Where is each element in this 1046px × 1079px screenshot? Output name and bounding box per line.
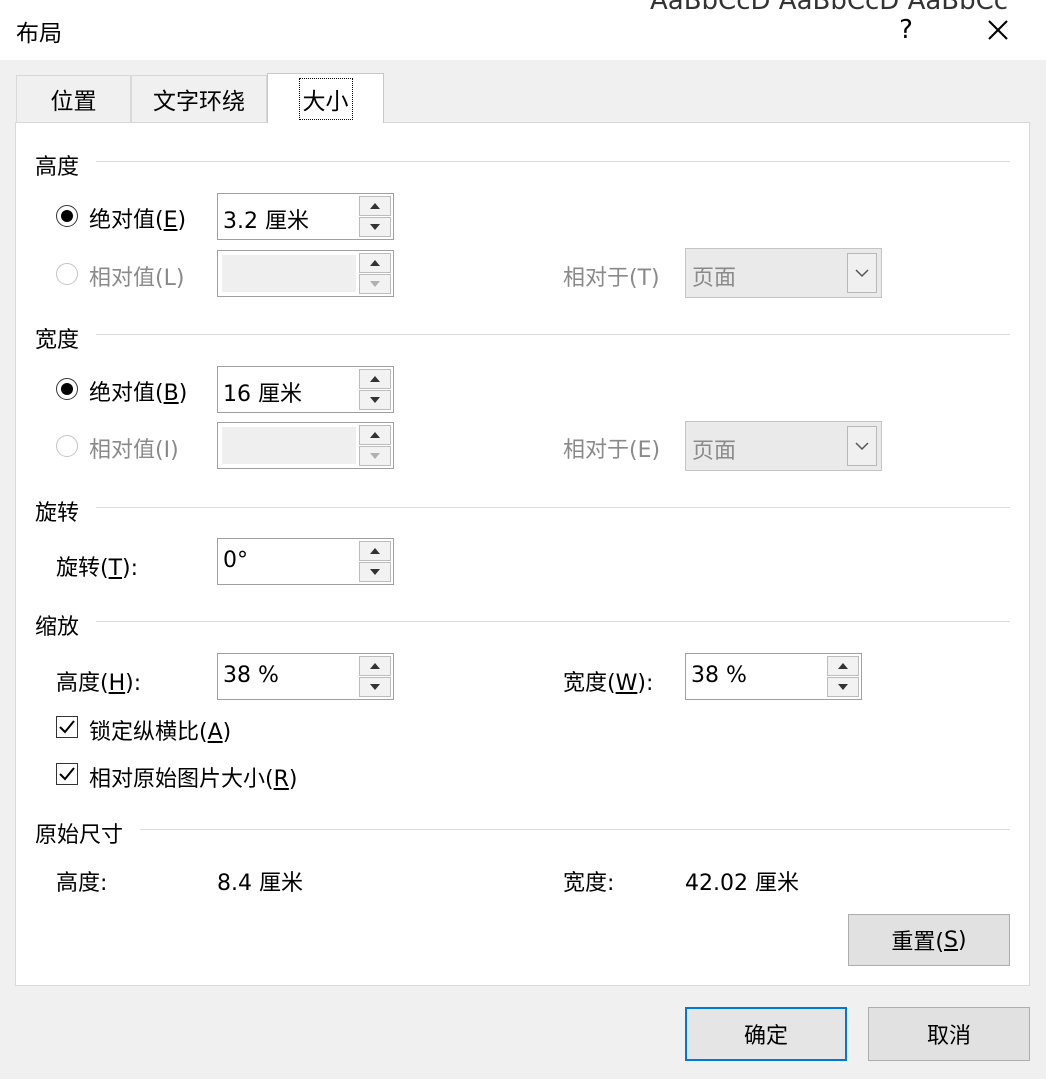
spin-up-icon bbox=[370, 203, 380, 209]
relative-original-label: 相对原始图片大小(R) bbox=[89, 767, 298, 792]
scale-section-title: 缩放 bbox=[35, 615, 80, 640]
chevron-down-icon bbox=[855, 441, 869, 450]
spin-up-button[interactable] bbox=[359, 369, 391, 389]
scale-width-value: 38 % bbox=[691, 663, 747, 688]
scale-height-label: 高度(H): bbox=[56, 671, 142, 696]
checkmark-icon bbox=[59, 720, 75, 734]
dropdown-button[interactable] bbox=[847, 253, 877, 293]
disabled-field bbox=[222, 255, 356, 292]
spin-up-icon bbox=[370, 376, 380, 382]
tab-position[interactable]: 位置 bbox=[16, 75, 131, 122]
height-relative-radio[interactable] bbox=[56, 263, 78, 285]
rotation-value: 0° bbox=[223, 548, 248, 573]
divider bbox=[96, 621, 1010, 622]
divider bbox=[96, 334, 1010, 335]
height-absolute-value: 3.2 厘米 bbox=[223, 209, 309, 234]
height-relative-to-value: 页面 bbox=[692, 266, 737, 291]
spin-down-icon bbox=[370, 453, 380, 459]
divider bbox=[96, 507, 1010, 508]
spin-up-button[interactable] bbox=[827, 656, 859, 676]
spin-down-button[interactable] bbox=[359, 446, 391, 466]
original-width-label: 宽度: bbox=[563, 871, 615, 896]
tab-label: 大小 bbox=[298, 77, 353, 120]
spin-down-icon bbox=[370, 224, 380, 230]
spin-down-button[interactable] bbox=[827, 677, 859, 697]
tab-label: 文字环绕 bbox=[153, 89, 245, 115]
height-absolute-label: 绝对值(E) bbox=[89, 208, 187, 233]
width-absolute-radio[interactable] bbox=[56, 378, 78, 400]
spin-up-button[interactable] bbox=[359, 253, 391, 273]
rotation-label: 旋转(T): bbox=[56, 556, 139, 581]
scale-width-input[interactable]: 38 % bbox=[685, 653, 862, 700]
spin-up-icon bbox=[370, 663, 380, 669]
original-width-value: 42.02 厘米 bbox=[685, 871, 799, 896]
spin-down-icon bbox=[370, 397, 380, 403]
height-relative-to-label: 相对于(T) bbox=[563, 266, 660, 291]
spin-up-button[interactable] bbox=[359, 541, 391, 561]
help-button[interactable]: ? bbox=[880, 8, 932, 52]
reset-button[interactable]: 重置(S) bbox=[848, 914, 1010, 966]
height-absolute-input[interactable]: 3.2 厘米 bbox=[217, 193, 394, 240]
tab-label: 位置 bbox=[50, 89, 97, 115]
spin-up-icon bbox=[370, 260, 380, 266]
ok-button[interactable]: 确定 bbox=[685, 1007, 847, 1061]
spin-down-button[interactable] bbox=[359, 677, 391, 697]
divider bbox=[140, 829, 1010, 830]
rotation-input[interactable]: 0° bbox=[217, 538, 394, 585]
tab-panel-size: 高度 绝对值(E) 3.2 厘米 相对值(L) 相对于(T) 页面 宽度 绝对值… bbox=[15, 122, 1030, 986]
close-button[interactable] bbox=[970, 8, 1026, 52]
width-absolute-value: 16 厘米 bbox=[223, 382, 302, 407]
width-relative-label: 相对值(I) bbox=[89, 438, 179, 463]
spin-down-icon bbox=[838, 684, 848, 690]
spin-down-button[interactable] bbox=[359, 562, 391, 582]
lock-aspect-label: 锁定纵横比(A) bbox=[89, 720, 232, 745]
background-style-preview: AaBbCcD AaBbCcD AaBbCc bbox=[650, 0, 1009, 16]
spin-up-button[interactable] bbox=[359, 196, 391, 216]
width-absolute-input[interactable]: 16 厘米 bbox=[217, 366, 394, 413]
spin-up-icon bbox=[370, 432, 380, 438]
height-relative-label: 相对值(L) bbox=[89, 266, 185, 291]
width-relative-to-value: 页面 bbox=[692, 439, 737, 464]
tab-size[interactable]: 大小 bbox=[267, 73, 384, 123]
width-section-title: 宽度 bbox=[35, 328, 80, 353]
spin-down-icon bbox=[370, 684, 380, 690]
spin-up-icon bbox=[370, 548, 380, 554]
scale-width-label: 宽度(W): bbox=[563, 671, 654, 696]
width-relative-input[interactable] bbox=[217, 422, 394, 469]
spin-down-button[interactable] bbox=[359, 274, 391, 294]
cancel-button[interactable]: 取消 bbox=[868, 1007, 1030, 1061]
width-absolute-label: 绝对值(B) bbox=[89, 381, 188, 406]
disabled-field bbox=[222, 427, 356, 464]
rotation-section-title: 旋转 bbox=[35, 501, 80, 526]
relative-original-checkbox[interactable] bbox=[56, 763, 78, 785]
original-size-section-title: 原始尺寸 bbox=[35, 823, 124, 848]
spin-down-button[interactable] bbox=[359, 217, 391, 237]
dropdown-button[interactable] bbox=[847, 426, 877, 466]
checkmark-icon bbox=[59, 767, 75, 781]
divider bbox=[96, 161, 1010, 162]
close-icon bbox=[988, 20, 1008, 40]
width-relative-to-label: 相对于(E) bbox=[563, 438, 661, 463]
width-relative-radio[interactable] bbox=[56, 435, 78, 457]
original-height-label: 高度: bbox=[56, 871, 108, 896]
height-absolute-radio[interactable] bbox=[56, 205, 78, 227]
tab-text-wrapping[interactable]: 文字环绕 bbox=[131, 75, 267, 122]
original-height-value: 8.4 厘米 bbox=[217, 871, 303, 896]
scale-height-input[interactable]: 38 % bbox=[217, 653, 394, 700]
spin-down-icon bbox=[370, 281, 380, 287]
chevron-down-icon bbox=[855, 268, 869, 277]
spin-down-icon bbox=[370, 569, 380, 575]
spin-up-button[interactable] bbox=[359, 656, 391, 676]
spin-up-icon bbox=[838, 663, 848, 669]
scale-height-value: 38 % bbox=[223, 663, 279, 688]
lock-aspect-checkbox[interactable] bbox=[56, 716, 78, 738]
height-relative-input[interactable] bbox=[217, 250, 394, 297]
dialog-title: 布局 bbox=[16, 21, 62, 47]
height-relative-to-select[interactable]: 页面 bbox=[685, 248, 882, 298]
width-relative-to-select[interactable]: 页面 bbox=[685, 421, 882, 471]
spin-down-button[interactable] bbox=[359, 390, 391, 410]
spin-up-button[interactable] bbox=[359, 425, 391, 445]
height-section-title: 高度 bbox=[35, 155, 80, 180]
